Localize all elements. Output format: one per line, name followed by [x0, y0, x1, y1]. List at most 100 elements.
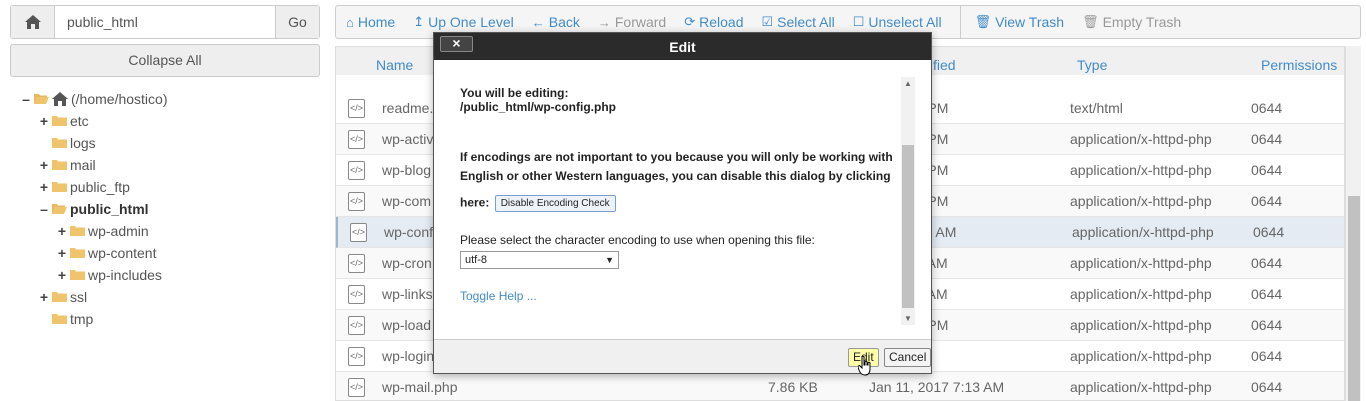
encoding-value: utf-8	[465, 254, 488, 266]
tree-item-label: wp-includes	[88, 267, 162, 283]
dialog-scrollbar-thumb[interactable]	[902, 145, 914, 308]
column-header-type[interactable]: Type	[1077, 57, 1107, 73]
left-panel: public_html Go Collapse All – (/home/host…	[0, 0, 330, 401]
code-file-icon: </>	[350, 223, 367, 242]
collapse-icon[interactable]: –	[20, 88, 32, 110]
scroll-down-icon[interactable]: ▼	[901, 314, 915, 323]
toggle-help-link[interactable]: Toggle Help ...	[460, 289, 537, 303]
folder-icon	[70, 248, 85, 258]
tree-item-label: wp-content	[88, 245, 157, 261]
file-name: wp-cron	[382, 255, 432, 271]
hand-cursor-icon	[858, 356, 871, 376]
home-icon: ⌂	[346, 14, 354, 30]
tree-item-label: tmp	[70, 311, 94, 327]
toolbar-label: Select All	[777, 14, 835, 30]
file-permissions: 0644	[1251, 286, 1283, 302]
collapse-all-button[interactable]: Collapse All	[10, 44, 320, 77]
scrollbar-thumb[interactable]	[1348, 196, 1360, 401]
toolbar-back-button[interactable]: ← Back	[532, 14, 580, 30]
file-name: wp-blog	[382, 162, 432, 178]
table-row[interactable]: </> wp-mail.php 7.86 KB Jan 11, 2017 7:13 A…	[336, 372, 1344, 400]
code-file-icon: </>	[348, 316, 365, 335]
cancel-button[interactable]: Cancel	[884, 348, 932, 367]
expand-icon[interactable]: +	[56, 242, 68, 264]
tree-item-public-html[interactable]: – public_html	[0, 198, 330, 220]
tree-item-label: wp-admin	[88, 223, 149, 239]
dialog-scrollbar[interactable]: ▲ ▼	[901, 77, 915, 325]
file-type: application/x-httpd-php	[1070, 131, 1212, 147]
toolbar-select-all-button[interactable]: ☑ Select All	[762, 14, 835, 30]
folder-icon	[52, 314, 67, 324]
disable-encoding-check-button[interactable]: Disable Encoding Check	[494, 195, 616, 212]
dropdown-arrow-icon: ▼	[605, 255, 614, 265]
trash-icon: 🗑	[974, 14, 992, 29]
scroll-up-icon[interactable]: ▲	[901, 79, 915, 88]
file-path: /public_html/wp-config.php	[460, 100, 616, 114]
tree-item-wp-includes[interactable]: + wp-includes	[0, 264, 330, 286]
folder-icon	[52, 138, 67, 148]
file-type: application/x-httpd-php	[1070, 379, 1212, 395]
file-type: application/x-httpd-php	[1070, 193, 1212, 209]
column-header-name[interactable]: Name	[376, 57, 413, 73]
column-header-modified[interactable]: fied	[933, 57, 956, 73]
file-name: readme.	[382, 100, 434, 116]
go-button[interactable]: Go	[275, 6, 319, 38]
tree-item-tmp[interactable]: tmp	[0, 308, 330, 330]
collapse-icon[interactable]: –	[38, 198, 50, 220]
file-type: application/x-httpd-php	[1070, 348, 1212, 364]
expand-icon[interactable]: +	[38, 176, 50, 198]
toolbar-label: Empty Trash	[1102, 14, 1182, 30]
folder-icon	[70, 270, 85, 280]
toolbar-reload-button[interactable]: ⟳ Reload	[684, 14, 743, 30]
file-name: wp-com	[382, 193, 432, 209]
tree-item-ssl[interactable]: + ssl	[0, 286, 330, 308]
expand-icon[interactable]: +	[38, 110, 50, 132]
arrow-right-icon: →	[597, 14, 611, 30]
file-permissions: 0644	[1251, 255, 1283, 271]
tree-item-logs[interactable]: logs	[0, 132, 330, 154]
file-type: text/html	[1070, 100, 1123, 116]
toolbar-label: View Trash	[995, 14, 1065, 30]
expand-icon[interactable]: +	[38, 286, 50, 308]
toolbar-unselect-all-button[interactable]: ☐ Unselect All	[853, 14, 942, 30]
tree-item-etc[interactable]: + etc	[0, 110, 330, 132]
check-square-icon: ☑	[761, 14, 774, 29]
tree-item-label: etc	[70, 113, 89, 129]
table-scrollbar[interactable]	[1345, 46, 1361, 401]
encoding-note-2: English or other Western languages, you …	[460, 169, 891, 183]
code-file-icon: </>	[348, 99, 365, 118]
trash-icon: 🗑	[1082, 14, 1099, 29]
toolbar-home-button[interactable]: ⌂ Home	[346, 14, 395, 30]
tree-item-label: mail	[70, 157, 96, 173]
toolbar-empty-trash-button[interactable]: 🗑 Empty Trash	[1082, 14, 1181, 30]
path-bar: public_html Go	[10, 5, 320, 39]
file-permissions: 0644	[1251, 348, 1283, 364]
file-permissions: 0644	[1251, 193, 1283, 209]
toolbar-label: Home	[357, 14, 396, 30]
arrow-up-icon: ↥	[413, 14, 425, 29]
toolbar-up-one-level-button[interactable]: ↥ Up One Level	[413, 14, 514, 30]
tree-item-wp-content[interactable]: + wp-content	[0, 242, 330, 264]
expand-icon[interactable]: +	[38, 154, 50, 176]
expand-icon[interactable]: +	[56, 264, 68, 286]
tree-item-label: logs	[70, 135, 96, 151]
file-type: application/x-httpd-php	[1070, 286, 1212, 302]
path-input[interactable]: public_html	[55, 6, 275, 38]
toolbar-view-trash-button[interactable]: 🗑 View Trash	[975, 14, 1065, 30]
file-size: 7.86 KB	[768, 379, 818, 395]
toolbar-forward-button[interactable]: → Forward	[598, 14, 666, 30]
expand-icon[interactable]: +	[56, 220, 68, 242]
tree-item-mail[interactable]: + mail	[0, 154, 330, 176]
file-name: wp-login	[382, 348, 435, 364]
directory-tree: – (/home/hostico) + etc logs + mail + public_ftp…	[0, 88, 330, 330]
toolbar-separator	[959, 5, 961, 39]
tree-item-wp-admin[interactable]: + wp-admin	[0, 220, 330, 242]
encoding-select[interactable]: utf-8 ▼	[460, 251, 619, 269]
column-header-permissions[interactable]: Permissions	[1261, 57, 1337, 73]
home-directory-button[interactable]	[11, 6, 55, 38]
tree-item-public-ftp[interactable]: + public_ftp	[0, 176, 330, 198]
dialog-footer: Edit Cancel	[434, 339, 932, 376]
tree-item-home-hostico[interactable]: – (/home/hostico)	[0, 88, 330, 110]
code-file-icon: </>	[348, 254, 365, 273]
dialog-title: Edit	[669, 39, 696, 55]
